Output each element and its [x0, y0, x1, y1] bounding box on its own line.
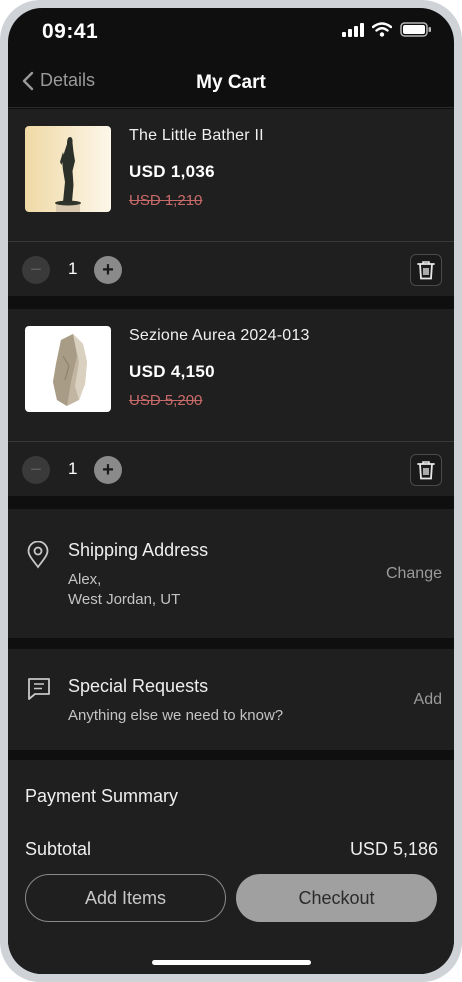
shipping-address-section[interactable]: Shipping Address Alex, West Jordan, UT C…: [8, 509, 454, 638]
shipping-city: West Jordan, UT: [68, 591, 181, 608]
product-price: USD 4,150: [129, 362, 215, 381]
shipping-address-title: Shipping Address: [68, 540, 209, 560]
quantity-value: 1: [68, 259, 78, 278]
status-time: 09:41: [42, 20, 99, 43]
special-requests-prompt: Anything else we need to know?: [68, 707, 284, 724]
trash-icon: [417, 461, 435, 480]
app-screen: 09:41 Details My Cart The Little Bather …: [8, 8, 454, 974]
product-price: USD 1,036: [129, 162, 215, 181]
cart-item: The Little Bather II USD 1,036 USD 1,210…: [8, 109, 454, 296]
checkout-button[interactable]: Checkout: [236, 874, 437, 922]
change-address-link[interactable]: Change: [386, 565, 442, 583]
product-name[interactable]: Sezione Aurea 2024-013: [129, 327, 310, 345]
quantity-row: − 1 +: [8, 442, 454, 496]
navigation-bar: Details My Cart: [8, 58, 454, 108]
product-name[interactable]: The Little Bather II: [129, 127, 264, 145]
product-image[interactable]: [25, 326, 111, 412]
special-requests-section[interactable]: Special Requests Anything else we need t…: [8, 649, 454, 750]
special-requests-title: Special Requests: [68, 676, 209, 696]
increase-quantity-button[interactable]: +: [94, 456, 122, 484]
subtotal-label: Subtotal: [25, 839, 92, 859]
page-title: My Cart: [196, 72, 266, 93]
payment-summary-title: Payment Summary: [25, 786, 179, 806]
add-items-button[interactable]: Add Items: [25, 874, 226, 922]
product-original-price: USD 1,210: [129, 192, 203, 209]
battery-icon: [400, 22, 431, 37]
add-request-link[interactable]: Add: [414, 691, 442, 709]
increase-quantity-button[interactable]: +: [94, 256, 122, 284]
phone-frame: 09:41 Details My Cart The Little Bather …: [0, 0, 462, 982]
signal-icon: [342, 22, 364, 37]
remove-item-button[interactable]: [410, 254, 442, 286]
trash-icon: [417, 261, 435, 280]
quantity-value: 1: [68, 459, 78, 478]
location-pin-icon: [27, 541, 49, 569]
decrease-quantity-button[interactable]: −: [22, 256, 50, 284]
status-icons: [342, 22, 432, 37]
payment-summary-section: Payment Summary Subtotal USD 5,186 Add I…: [8, 760, 454, 974]
quantity-row: − 1 +: [8, 242, 454, 296]
subtotal-value: USD 5,186: [349, 839, 438, 859]
cart-item-details: Sezione Aurea 2024-013 USD 4,150 USD 5,2…: [8, 309, 454, 442]
wifi-icon: [372, 22, 392, 37]
remove-item-button[interactable]: [410, 454, 442, 486]
decrease-quantity-button[interactable]: −: [22, 456, 50, 484]
message-icon: [28, 678, 50, 700]
home-indicator[interactable]: [152, 960, 311, 965]
status-bar: 09:41: [8, 8, 454, 58]
shipping-name: Alex,: [68, 571, 102, 588]
product-image[interactable]: [25, 126, 111, 212]
cart-item: Sezione Aurea 2024-013 USD 4,150 USD 5,2…: [8, 309, 454, 496]
cart-item-details: The Little Bather II USD 1,036 USD 1,210: [8, 109, 454, 242]
product-original-price: USD 5,200: [129, 392, 203, 409]
